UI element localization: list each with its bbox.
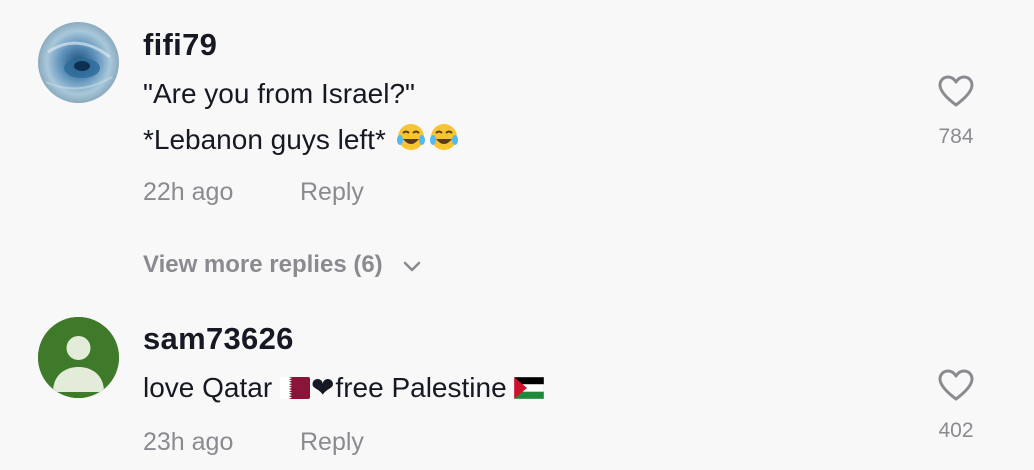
heart-emoji: ❤ (310, 372, 335, 403)
qatar-flag-icon (279, 374, 310, 406)
reply-button[interactable]: Reply (300, 178, 364, 207)
avatar-image (38, 22, 119, 103)
heart-outline-icon (938, 369, 974, 401)
palestine-flag-icon (514, 374, 545, 406)
person-silhouette-icon (38, 317, 119, 398)
like-button[interactable]: 402 (926, 369, 986, 443)
like-button[interactable]: 784 (926, 75, 986, 149)
reply-button[interactable]: Reply (300, 428, 364, 457)
comment-text-line: love Qatar ❤free Palestine (143, 371, 545, 406)
like-count: 784 (938, 125, 974, 148)
comment-text: *Lebanon guys left* (143, 124, 386, 155)
comment-timestamp: 23h ago (143, 428, 234, 456)
heart-outline-icon (938, 75, 974, 107)
avatar[interactable] (38, 317, 119, 398)
view-more-replies-label: View more replies (6) (143, 251, 383, 278)
comment-text-line: *Lebanon guys left* (143, 121, 460, 160)
laughing-emoji-icon (396, 121, 460, 160)
like-count: 402 (938, 419, 974, 442)
comment-item: fifi79 "Are you from Israel?" *Lebanon g… (0, 0, 1034, 230)
comment-timestamp: 22h ago (143, 178, 234, 206)
comment-text: free Palestine (335, 372, 515, 403)
chevron-down-icon (403, 252, 421, 280)
view-more-replies-button[interactable]: View more replies (6) (143, 251, 421, 280)
comment-username[interactable]: fifi79 (143, 27, 217, 63)
comment-item: sam73626 love Qatar ❤free Palestine 23h … (0, 300, 1034, 470)
comment-username[interactable]: sam73626 (143, 321, 294, 357)
avatar[interactable] (38, 22, 119, 103)
comment-text-line: "Are you from Israel?" (143, 78, 415, 109)
comment-text: love Qatar (143, 372, 280, 403)
